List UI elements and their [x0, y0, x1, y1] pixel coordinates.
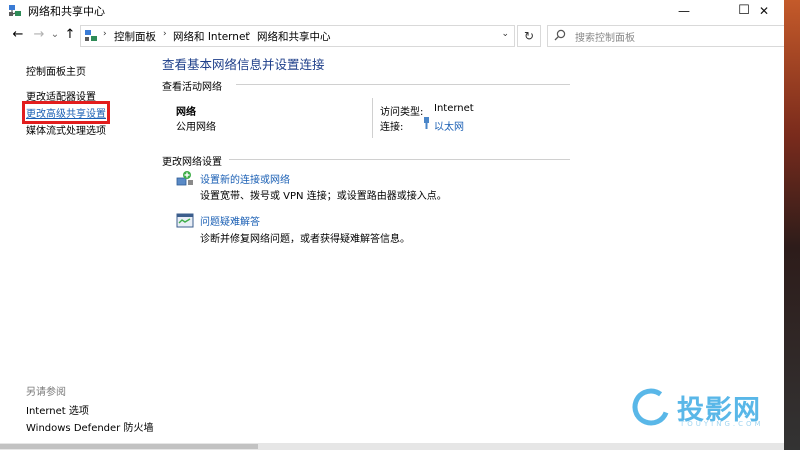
setup-new-connection-description: 设置宽带、拨号或 VPN 连接；或设置路由器或接入点。 — [200, 191, 447, 202]
close-button[interactable]: ✕ — [744, 0, 784, 22]
new-connection-icon — [176, 171, 193, 186]
search-icon — [554, 29, 566, 41]
breadcrumb-network-sharing-center[interactable]: 网络和共享中心 — [257, 29, 331, 44]
control-panel-icon — [85, 30, 97, 41]
title-bar[interactable]: 网络和共享中心 — ☐ ✕ — [0, 0, 784, 22]
network-name: 网络 — [176, 107, 196, 118]
access-type-value: Internet — [434, 103, 474, 114]
troubleshoot-description: 诊断并修复网络问题，或者获得疑难解答信息。 — [200, 234, 410, 245]
scrollbar-thumb[interactable] — [0, 444, 258, 449]
window-title: 网络和共享中心 — [28, 5, 105, 18]
ethernet-icon — [424, 117, 429, 129]
breadcrumb-separator[interactable]: › — [247, 29, 251, 39]
watermark-subtext: TOUYING.COM — [680, 420, 764, 428]
change-network-settings-heading: 更改网络设置 — [162, 157, 222, 168]
forward-button[interactable]: → — [31, 26, 47, 44]
network-app-icon — [9, 5, 21, 16]
desktop-background — [784, 0, 800, 450]
navigation-bar: ← → ⌄ ↑ › 控制面板 › 网络和 Internet › 网络和共享中心 … — [0, 22, 784, 50]
breadcrumb-separator[interactable]: › — [163, 29, 167, 39]
address-bar[interactable]: › 控制面板 › 网络和 Internet › 网络和共享中心 ⌄ — [80, 25, 515, 47]
minimize-button[interactable]: — — [664, 0, 704, 22]
column-divider — [372, 98, 373, 138]
page-title: 查看基本网络信息并设置连接 — [162, 57, 325, 72]
chevron-down-icon[interactable]: ⌄ — [501, 29, 509, 39]
windows-defender-firewall-link[interactable]: Windows Defender 防火墙 — [26, 419, 153, 434]
section-divider — [229, 159, 570, 160]
setup-new-connection-link[interactable]: 设置新的连接或网络 — [200, 171, 290, 186]
up-button[interactable]: ↑ — [62, 26, 78, 44]
network-type-link[interactable]: 公用网络 — [176, 118, 216, 133]
change-adapter-settings-link[interactable]: 更改适配器设置 — [26, 88, 96, 103]
troubleshoot-icon — [176, 213, 194, 228]
connection-label: 连接: — [380, 122, 404, 133]
see-also-heading: 另请参阅 — [26, 387, 66, 398]
section-divider — [236, 84, 570, 85]
search-input[interactable]: 搜索控制面板 — [575, 29, 635, 44]
active-networks-heading: 查看活动网络 — [162, 82, 222, 93]
internet-options-link[interactable]: Internet 选项 — [26, 402, 89, 417]
change-advanced-sharing-settings-link[interactable]: 更改高级共享设置 — [22, 101, 110, 124]
watermark-logo-icon — [632, 388, 670, 426]
network-sharing-center-window: 网络和共享中心 — ☐ ✕ ← → ⌄ ↑ › 控制面板 › 网络和 Inter… — [0, 0, 784, 450]
breadcrumb-control-panel[interactable]: 控制面板 — [114, 29, 156, 44]
breadcrumb-separator: › — [103, 29, 107, 39]
control-panel-home-link[interactable]: 控制面板主页 — [26, 63, 86, 78]
access-type-label: 访问类型: — [380, 107, 424, 118]
ethernet-connection-link[interactable]: 以太网 — [434, 118, 464, 133]
back-button[interactable]: ← — [10, 26, 26, 44]
troubleshoot-problems-link[interactable]: 问题疑难解答 — [200, 213, 260, 228]
breadcrumb-network-internet[interactable]: 网络和 Internet — [173, 29, 250, 44]
media-streaming-options-link[interactable]: 媒体流式处理选项 — [26, 122, 106, 137]
recent-locations-button[interactable]: ⌄ — [47, 26, 63, 44]
refresh-button[interactable]: ↻ — [517, 25, 541, 47]
search-box[interactable]: 搜索控制面板 — [547, 25, 784, 47]
